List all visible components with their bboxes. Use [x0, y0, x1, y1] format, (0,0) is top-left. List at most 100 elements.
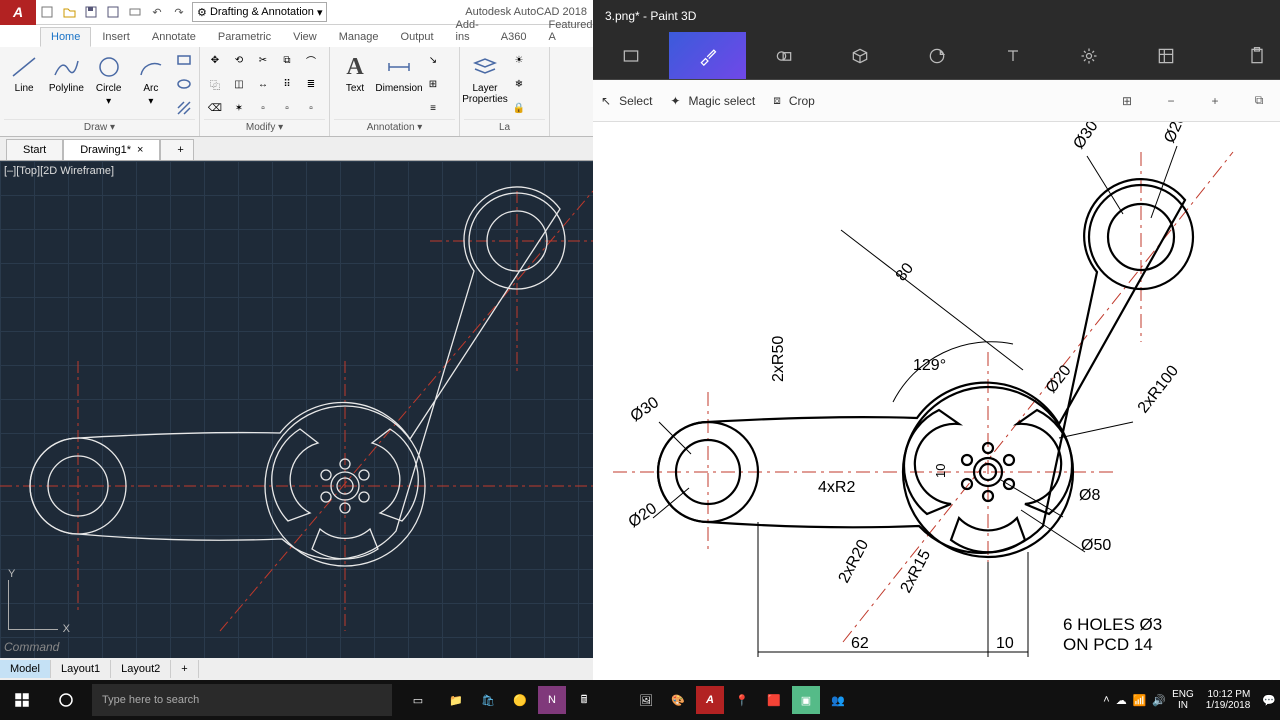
cortana-icon[interactable] — [44, 680, 88, 720]
drawing-canvas[interactable]: [–][Top][2D Wireframe] — [0, 161, 593, 680]
tab-manage[interactable]: Manage — [328, 27, 390, 47]
task-app1-icon[interactable]: 🟥 — [760, 686, 788, 714]
table-icon[interactable]: ⊞ — [422, 73, 444, 95]
autocad-logo-icon[interactable]: A — [0, 0, 36, 25]
array-icon[interactable]: ⠿ — [276, 73, 298, 95]
tab-a360[interactable]: A360 — [490, 27, 538, 47]
mode-effects-icon[interactable] — [1051, 32, 1127, 79]
tab-parametric[interactable]: Parametric — [207, 27, 282, 47]
arc-button[interactable]: Arc▾ — [131, 49, 171, 107]
mirror-icon[interactable]: ⧉ — [276, 49, 298, 71]
extra2-icon[interactable]: ▫ — [276, 97, 298, 119]
tab-view[interactable]: View — [282, 27, 328, 47]
layer-state-icon[interactable]: ☀ — [508, 49, 530, 71]
mode-brushes-icon[interactable] — [669, 32, 745, 79]
plot-icon[interactable] — [125, 2, 145, 22]
grid-view-icon[interactable]: ⊞ — [1114, 88, 1140, 114]
close-tab-icon[interactable]: × — [137, 144, 143, 156]
line-button[interactable]: Line — [4, 49, 44, 94]
task-autocad-icon[interactable]: A — [696, 686, 724, 714]
tray-wifi-icon[interactable]: 📶 — [1133, 694, 1147, 707]
fillet-icon[interactable]: ⌒ — [300, 49, 322, 71]
tab-home[interactable]: Home — [40, 27, 91, 47]
task-app2-icon[interactable]: ▣ — [792, 686, 820, 714]
mode-canvas-icon[interactable] — [1128, 32, 1204, 79]
tray-cloud-icon[interactable]: ☁ — [1116, 694, 1127, 707]
task-chrome-icon[interactable]: 🟡 — [506, 686, 534, 714]
tray-up-icon[interactable]: ˄ — [1103, 694, 1109, 706]
tray-language[interactable]: ENGIN — [1172, 689, 1194, 711]
crop-tool[interactable]: ⧈Crop — [773, 93, 815, 108]
erase-icon[interactable]: ⌫ — [204, 97, 226, 119]
magic-select-tool[interactable]: ✦Magic select — [670, 94, 755, 108]
tray-notifications-icon[interactable]: 💬 — [1262, 694, 1276, 707]
undo-icon[interactable]: ↶ — [147, 2, 167, 22]
task-view-icon[interactable]: ▭ — [396, 680, 440, 720]
task-photos-icon[interactable]: 🖼 — [632, 686, 660, 714]
open-icon[interactable] — [59, 2, 79, 22]
hatch-icon[interactable] — [173, 97, 195, 119]
tab-current-drawing[interactable]: Drawing1*× — [63, 139, 160, 160]
tray-clock[interactable]: 10:12 PM1/19/2018 — [1200, 689, 1257, 711]
view3d-icon[interactable]: ⧉ — [1246, 88, 1272, 114]
layer-freeze-icon[interactable]: ❄ — [508, 73, 530, 95]
leader-icon[interactable]: ↘ — [422, 49, 444, 71]
tab-addins[interactable]: Add-ins — [445, 15, 490, 47]
move-icon[interactable]: ✥ — [204, 49, 226, 71]
stretch-icon[interactable]: ↔ — [252, 73, 274, 95]
select-tool[interactable]: ↖Select — [601, 94, 652, 108]
mode-stickers-icon[interactable] — [899, 32, 975, 79]
rect-icon[interactable] — [173, 49, 195, 71]
layer-lock-icon[interactable]: 🔒 — [508, 97, 530, 119]
tab-annotate[interactable]: Annotate — [141, 27, 207, 47]
mode-paste-icon[interactable] — [1234, 32, 1280, 79]
scale-icon[interactable]: ◫ — [228, 73, 250, 95]
task-maps-icon[interactable]: 📍 — [728, 686, 756, 714]
new-icon[interactable] — [37, 2, 57, 22]
taskbar-search[interactable]: Type here to search — [92, 684, 392, 716]
mode-text-icon[interactable] — [975, 32, 1051, 79]
command-line[interactable]: Command — [4, 640, 59, 654]
mode-3dshapes-icon[interactable] — [822, 32, 898, 79]
extra3-icon[interactable]: ▫ — [300, 97, 322, 119]
polyline-button[interactable]: Polyline — [46, 49, 86, 94]
task-calc-icon[interactable]: 🖩 — [570, 686, 598, 714]
ucs-icon[interactable]: Y X — [8, 568, 58, 630]
workspace-dropdown[interactable]: ⚙ Drafting & Annotation ▾ — [192, 2, 327, 22]
saveas-icon[interactable] — [103, 2, 123, 22]
new-tab-button[interactable]: + — [160, 139, 194, 160]
trim-icon[interactable]: ✂ — [252, 49, 274, 71]
zoom-out-icon[interactable]: − — [1158, 88, 1184, 114]
task-paint-icon[interactable]: 🎨 — [664, 686, 692, 714]
task-store-icon[interactable]: 🛍 — [474, 686, 502, 714]
extra1-icon[interactable]: ▫ — [252, 97, 274, 119]
task-explorer-icon[interactable]: 📁 — [442, 686, 470, 714]
dimension-button[interactable]: Dimension — [378, 49, 420, 94]
tab-output[interactable]: Output — [390, 27, 445, 47]
offset-icon[interactable]: ≣ — [300, 73, 322, 95]
task-people-icon[interactable]: 👥 — [824, 686, 852, 714]
start-button[interactable] — [0, 680, 44, 720]
tab-insert[interactable]: Insert — [91, 27, 141, 47]
save-icon[interactable] — [81, 2, 101, 22]
copy-icon[interactable]: ⿻ — [204, 73, 226, 95]
circle-button[interactable]: Circle▾ — [89, 49, 129, 107]
layout-2[interactable]: Layout2 — [111, 660, 171, 678]
explode-icon[interactable]: ✶ — [228, 97, 250, 119]
ellipse-icon[interactable] — [173, 73, 195, 95]
layout-model[interactable]: Model — [0, 660, 51, 678]
tray-volume-icon[interactable]: 🔊 — [1152, 694, 1166, 707]
mtext-icon[interactable]: ≡ — [422, 97, 444, 119]
mode-menu-icon[interactable] — [593, 32, 669, 79]
rotate-icon[interactable]: ⟲ — [228, 49, 250, 71]
mode-2dshapes-icon[interactable] — [746, 32, 822, 79]
zoom-in-icon[interactable]: + — [1202, 88, 1228, 114]
redo-icon[interactable]: ↷ — [169, 2, 189, 22]
layout-1[interactable]: Layout1 — [51, 660, 111, 678]
text-button[interactable]: AText — [334, 49, 376, 94]
task-onenote-icon[interactable]: N — [538, 686, 566, 714]
layer-properties-button[interactable]: Layer Properties — [464, 49, 506, 105]
layout-add[interactable]: + — [171, 660, 198, 678]
paint3d-canvas[interactable]: Ø30 Ø20 80 129° 2xR50 Ø30 2xR100 Ø20 4xR… — [593, 122, 1280, 680]
tab-start[interactable]: Start — [6, 139, 63, 160]
